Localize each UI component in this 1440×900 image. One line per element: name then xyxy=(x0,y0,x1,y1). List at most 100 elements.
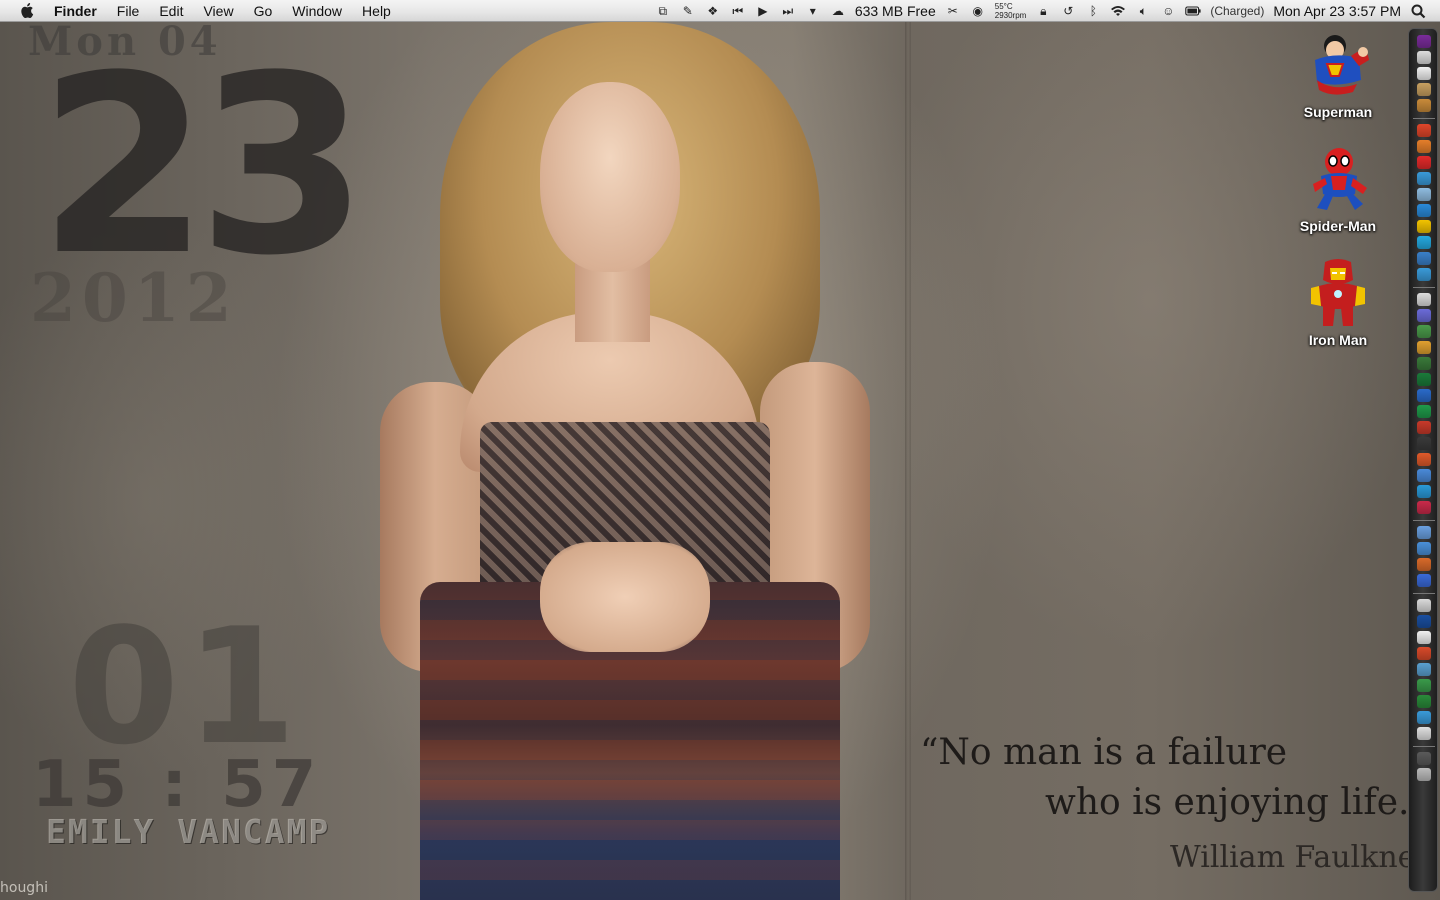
dock-app-icon[interactable] xyxy=(1417,236,1431,249)
menu-help[interactable]: Help xyxy=(362,3,391,19)
dock-app-icon[interactable] xyxy=(1417,99,1431,112)
dock-app-icon[interactable] xyxy=(1417,156,1431,169)
dock-app-icon[interactable] xyxy=(1417,124,1431,137)
notes-icon[interactable]: ✎ xyxy=(680,3,696,19)
dock-app-icon[interactable] xyxy=(1417,679,1431,692)
dock-app-icon[interactable] xyxy=(1417,405,1431,418)
menu-view[interactable]: View xyxy=(203,3,233,19)
wallpaper-portrait xyxy=(370,22,890,900)
dock-app-icon[interactable] xyxy=(1417,695,1431,708)
volume-icon[interactable]: 🔈︎ xyxy=(1135,3,1151,19)
bluetooth-icon[interactable]: ᛒ xyxy=(1085,3,1101,19)
portrait-face xyxy=(540,82,680,272)
desktop-icon-label: Iron Man xyxy=(1308,332,1368,348)
desktop-icon-superman[interactable]: Superman xyxy=(1283,30,1393,120)
dock-app-icon[interactable] xyxy=(1417,220,1431,233)
dock-app-icon[interactable] xyxy=(1417,647,1431,660)
dock xyxy=(1408,28,1438,892)
dock-app-icon[interactable] xyxy=(1417,188,1431,201)
dock-app-icon[interactable] xyxy=(1417,389,1431,402)
previous-track-icon[interactable]: ⏮ xyxy=(730,3,746,19)
activity-icon[interactable]: ☺ xyxy=(1160,3,1176,19)
fan-speed-value: 2930rpm xyxy=(994,11,1027,20)
play-icon[interactable]: ▶ xyxy=(755,3,771,19)
wallpaper-name-caption: EMILY VANCAMP xyxy=(46,812,331,851)
wall-seam xyxy=(905,22,911,900)
superman-icon xyxy=(1315,35,1369,95)
dock-app-icon[interactable] xyxy=(1417,35,1431,48)
dock-app-icon[interactable] xyxy=(1417,453,1431,466)
spotlight-search-icon[interactable] xyxy=(1410,3,1426,19)
dock-app-icon[interactable] xyxy=(1417,421,1431,434)
dock-app-icon[interactable] xyxy=(1417,485,1431,498)
desktop-icon-spiderman[interactable]: Spider-Man xyxy=(1283,144,1393,234)
menu-app-name[interactable]: Finder xyxy=(54,3,97,19)
dock-separator xyxy=(1413,118,1435,119)
battery-icon[interactable] xyxy=(1185,3,1201,19)
clock-year: 2012 xyxy=(30,268,238,328)
dock-app-icon[interactable] xyxy=(1417,574,1431,587)
menu-clock[interactable]: Mon Apr 23 3:57 PM xyxy=(1273,3,1401,19)
dock-app-icon[interactable] xyxy=(1417,357,1431,370)
dock-app-icon[interactable] xyxy=(1417,663,1431,676)
quote-author: William Faulkner xyxy=(1170,840,1430,875)
dock-app-icon[interactable] xyxy=(1417,768,1431,781)
chevron-down-icon[interactable]: ▾ xyxy=(805,3,821,19)
dock-app-icon[interactable] xyxy=(1417,67,1431,80)
dock-app-icon[interactable] xyxy=(1417,711,1431,724)
clock-minute: 01 xyxy=(68,593,303,780)
dock-app-icon[interactable] xyxy=(1417,631,1431,644)
clock-time: 15 : 57 xyxy=(32,748,323,822)
menu-window[interactable]: Window xyxy=(292,3,342,19)
dock-app-icon[interactable] xyxy=(1417,252,1431,265)
menu-file[interactable]: File xyxy=(117,3,140,19)
dock-app-icon[interactable] xyxy=(1417,293,1431,306)
dock-app-icon[interactable] xyxy=(1417,51,1431,64)
menu-edit[interactable]: Edit xyxy=(159,3,183,19)
desktop-icon-ironman[interactable]: Iron Man xyxy=(1283,258,1393,348)
dock-app-icon[interactable] xyxy=(1417,83,1431,96)
dock-app-icon[interactable] xyxy=(1417,615,1431,628)
menu-go[interactable]: Go xyxy=(254,3,273,19)
dock-app-icon[interactable] xyxy=(1417,558,1431,571)
dock-app-icon[interactable] xyxy=(1417,268,1431,281)
clock-date: 23 xyxy=(38,24,368,310)
portrait-hands xyxy=(540,542,710,652)
menu-bar: Finder File Edit View Go Window Help ⧉ ✎… xyxy=(0,0,1440,22)
dock-app-icon[interactable] xyxy=(1417,469,1431,482)
apple-menu-icon[interactable] xyxy=(20,2,36,19)
dock-app-icon[interactable] xyxy=(1417,373,1431,386)
dock-app-icon[interactable] xyxy=(1417,542,1431,555)
wifi-icon[interactable] xyxy=(1110,3,1126,19)
dock-separator xyxy=(1413,520,1435,521)
lock-icon[interactable]: 🔒︎ xyxy=(1035,3,1051,19)
dock-app-icon[interactable] xyxy=(1417,727,1431,740)
dock-app-icon[interactable] xyxy=(1417,172,1431,185)
dock-app-icon[interactable] xyxy=(1417,501,1431,514)
desktop-icon-label: Superman xyxy=(1303,104,1373,120)
next-track-icon[interactable]: ⏭ xyxy=(780,3,796,19)
screen-capture-icon[interactable]: ⧉ xyxy=(655,3,671,19)
scissors-icon[interactable]: ✂ xyxy=(945,3,961,19)
memory-free[interactable]: 633 MB Free xyxy=(855,3,936,19)
wallpaper-credit: houghi xyxy=(0,880,48,896)
quote-line-2: who is enjoying life.” xyxy=(1045,782,1428,823)
quote-line-1: “No man is a failure xyxy=(920,732,1288,773)
dock-app-icon[interactable] xyxy=(1417,325,1431,338)
dock-app-icon[interactable] xyxy=(1417,204,1431,217)
temperature-value: 55°C xyxy=(994,2,1013,11)
temperature-monitor[interactable]: 55°C 2930rpm xyxy=(995,2,1027,20)
dock-app-icon[interactable] xyxy=(1417,341,1431,354)
dock-app-icon[interactable] xyxy=(1417,526,1431,539)
dock-app-icon[interactable] xyxy=(1417,140,1431,153)
battery-status[interactable]: (Charged) xyxy=(1210,4,1264,18)
cloud-icon[interactable]: ☁ xyxy=(830,3,846,19)
dock-app-icon[interactable] xyxy=(1417,752,1431,765)
time-machine-icon[interactable]: ↺ xyxy=(1060,3,1076,19)
dock-separator xyxy=(1413,593,1435,594)
dropbox-icon[interactable]: ❖ xyxy=(705,3,721,19)
eye-icon[interactable]: ◉ xyxy=(970,3,986,19)
dock-app-icon[interactable] xyxy=(1417,309,1431,322)
dock-app-icon[interactable] xyxy=(1417,437,1431,450)
dock-app-icon[interactable] xyxy=(1417,599,1431,612)
